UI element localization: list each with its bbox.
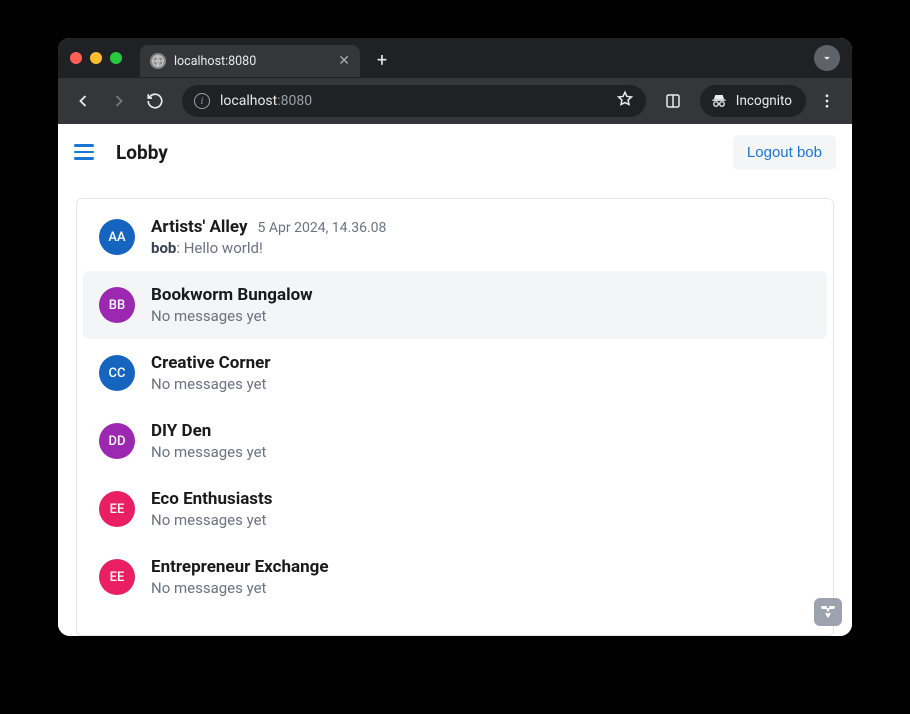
forward-button[interactable] bbox=[104, 86, 134, 116]
item-body: DIY Den No messages yet bbox=[151, 421, 811, 461]
incognito-icon bbox=[710, 92, 728, 110]
room-timestamp: 5 Apr 2024, 14.36.08 bbox=[258, 220, 387, 236]
room-name: Creative Corner bbox=[151, 353, 271, 373]
browser-menu-button[interactable] bbox=[812, 86, 842, 116]
reader-mode-icon[interactable] bbox=[658, 86, 688, 116]
room-name: Bookworm Bungalow bbox=[151, 285, 313, 305]
room-list[interactable]: AA Artists' Alley 5 Apr 2024, 14.36.08 bob:… bbox=[76, 198, 834, 636]
incognito-indicator[interactable]: Incognito bbox=[700, 85, 806, 117]
browser-tab[interactable]: localhost:8080 ✕ bbox=[140, 45, 360, 77]
content-wrap: AA Artists' Alley 5 Apr 2024, 14.36.08 bob:… bbox=[58, 180, 852, 636]
tab-search-button[interactable] bbox=[814, 45, 840, 71]
browser-window: localhost:8080 ✕ + i localhost:8080 bbox=[58, 38, 852, 636]
window-minimize-button[interactable] bbox=[90, 52, 102, 64]
back-button[interactable] bbox=[68, 86, 98, 116]
app-header: Lobby Logout bob bbox=[58, 124, 852, 180]
avatar: EE bbox=[99, 491, 135, 527]
page-title: Lobby bbox=[116, 141, 168, 164]
list-item[interactable]: DD DIY Den No messages yet bbox=[83, 407, 827, 475]
list-item[interactable]: AA Artists' Alley 5 Apr 2024, 14.36.08 bob:… bbox=[83, 203, 827, 271]
close-tab-icon[interactable]: ✕ bbox=[338, 53, 350, 69]
item-body: Creative Corner No messages yet bbox=[151, 353, 811, 393]
window-close-button[interactable] bbox=[70, 52, 82, 64]
avatar: DD bbox=[99, 423, 135, 459]
list-item[interactable]: EE Entrepreneur Exchange No messages yet bbox=[83, 543, 827, 611]
browser-toolbar: i localhost:8080 Incognito bbox=[58, 78, 852, 124]
room-last-message: bob: Hello world! bbox=[151, 239, 811, 257]
room-last-message: No messages yet bbox=[151, 375, 811, 393]
bookmark-star-icon[interactable] bbox=[616, 90, 634, 112]
site-info-icon[interactable]: i bbox=[194, 93, 210, 109]
tab-title: localhost:8080 bbox=[174, 54, 256, 69]
room-last-message: No messages yet bbox=[151, 579, 811, 597]
page-content: Lobby Logout bob AA Artists' Alley 5 Apr 2… bbox=[58, 124, 852, 636]
traffic-lights bbox=[70, 52, 122, 64]
address-bar[interactable]: i localhost:8080 bbox=[182, 85, 646, 117]
avatar: AA bbox=[99, 219, 135, 255]
list-item[interactable]: EE Eco Enthusiasts No messages yet bbox=[83, 475, 827, 543]
item-body: Bookworm Bungalow No messages yet bbox=[151, 285, 811, 325]
avatar: BB bbox=[99, 287, 135, 323]
avatar: EE bbox=[99, 559, 135, 595]
url-text: localhost:8080 bbox=[220, 93, 312, 109]
browser-titlebar: localhost:8080 ✕ + bbox=[58, 38, 852, 78]
item-body: Artists' Alley 5 Apr 2024, 14.36.08 bob: H… bbox=[151, 217, 811, 257]
item-body: Entrepreneur Exchange No messages yet bbox=[151, 557, 811, 597]
logout-button[interactable]: Logout bob bbox=[733, 135, 836, 170]
room-name: Eco Enthusiasts bbox=[151, 489, 273, 509]
menu-icon[interactable] bbox=[74, 140, 98, 164]
item-body: Eco Enthusiasts No messages yet bbox=[151, 489, 811, 529]
room-last-message: No messages yet bbox=[151, 443, 811, 461]
incognito-label: Incognito bbox=[736, 93, 792, 109]
room-name: Entrepreneur Exchange bbox=[151, 557, 329, 577]
room-last-message: No messages yet bbox=[151, 307, 811, 325]
avatar: CC bbox=[99, 355, 135, 391]
reload-button[interactable] bbox=[140, 86, 170, 116]
vaadin-badge-icon[interactable] bbox=[814, 598, 842, 626]
list-item[interactable]: CC Creative Corner No messages yet bbox=[83, 339, 827, 407]
list-item[interactable]: BB Bookworm Bungalow No messages yet bbox=[83, 271, 827, 339]
room-last-message: No messages yet bbox=[151, 511, 811, 529]
room-name: Artists' Alley bbox=[151, 217, 248, 237]
window-maximize-button[interactable] bbox=[110, 52, 122, 64]
room-name: DIY Den bbox=[151, 421, 211, 441]
new-tab-button[interactable]: + bbox=[370, 48, 394, 72]
globe-icon bbox=[150, 53, 166, 69]
